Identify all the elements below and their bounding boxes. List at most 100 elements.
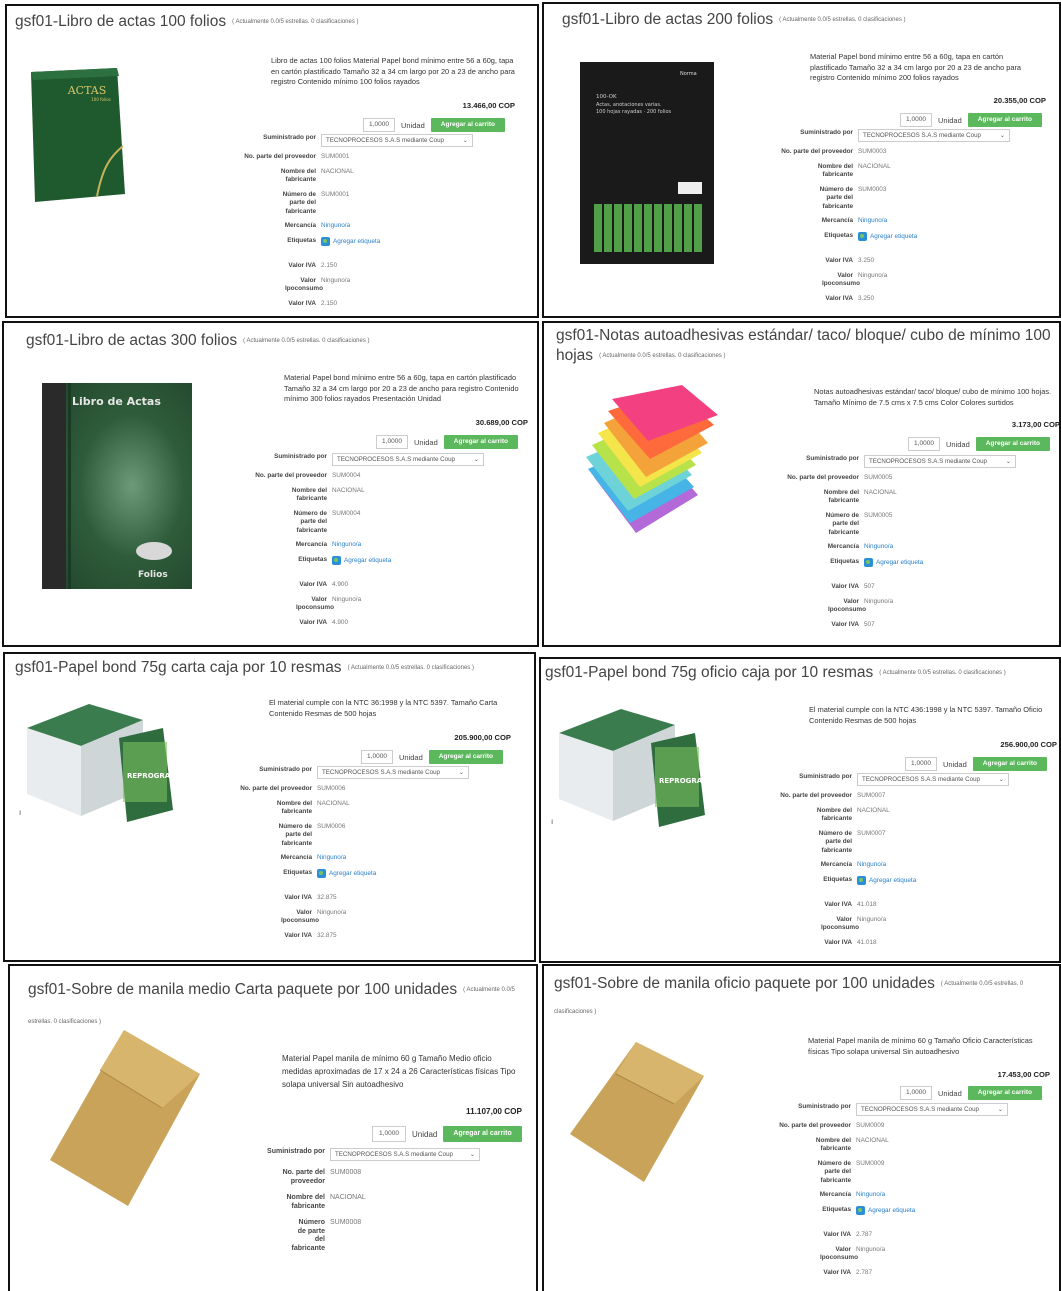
supplier-select[interactable]: TECNOPROCESOS S.A.S mediante Coup ⌄	[332, 453, 484, 466]
product-card-libro-actas-200: gsf01-Libro de actas 200 folios( Actualm…	[542, 2, 1061, 318]
product-description: El material cumple con la NTC 36:1998 y …	[269, 698, 498, 718]
quantity-input[interactable]: 1,0000	[900, 1086, 932, 1100]
svg-text:100-OK: 100-OK	[596, 94, 617, 100]
merchandise-link[interactable]: Ninguno/a	[864, 543, 893, 552]
rating-text: ( Actualmente 0.0/5 estrellas. 0 clasifi…	[879, 670, 1006, 676]
supplier-select[interactable]: TECNOPROCESOS S.A.S mediante Coup ⌄	[317, 766, 469, 779]
svg-text:REPROGRAF: REPROGRAF	[659, 777, 707, 785]
merchandise-link[interactable]: Ninguno/a	[317, 854, 346, 863]
quantity-row: 1,0000 Unidad Agregar al carrito	[361, 750, 503, 764]
product-description: El material cumple con la NTC 436:1998 y…	[809, 705, 1043, 725]
chevron-down-icon: ⌄	[999, 132, 1005, 139]
product-description: Material Papel manila de mínimo 60 g Tam…	[282, 1054, 516, 1089]
quantity-input[interactable]: 1,0000	[363, 118, 395, 132]
rating-text: ( Actualmente 0.0/5 estrellas. 0 clasifi…	[599, 353, 726, 359]
product-title[interactable]: gsf01-Papel bond 75g oficio caja por 10 …	[545, 663, 1055, 683]
unit-label: Unidad	[943, 759, 967, 769]
quantity-input[interactable]: 1,0000	[900, 113, 932, 127]
rating-text: ( Actualmente 0.0/5 estrellas. 0 clasifi…	[347, 665, 474, 671]
product-title[interactable]: gsf01-Libro de actas 300 folios( Actualm…	[26, 331, 533, 351]
supplier-select[interactable]: TECNOPROCESOS S.A.S mediante Coup ⌄	[858, 129, 1010, 142]
add-to-cart-button[interactable]: Agregar al carrito	[430, 118, 505, 132]
svg-text:Actas, anotaciones varias.: Actas, anotaciones varias.	[596, 102, 662, 108]
quantity-input[interactable]: 1,0000	[908, 437, 940, 451]
add-to-cart-button[interactable]: Agregar al carrito	[967, 113, 1042, 127]
merchandise-link[interactable]: Ninguno/a	[857, 861, 886, 870]
chevron-down-icon: ⌄	[1005, 458, 1011, 465]
svg-text:Folios: Folios	[138, 570, 168, 580]
chevron-down-icon: ⌄	[458, 769, 464, 776]
supplier-select[interactable]: TECNOPROCESOS S.A.S mediante Coup ⌄	[857, 773, 1009, 786]
svg-text:REPROGRAF: REPROGRAF	[127, 772, 175, 780]
add-tag-link[interactable]: Agregar etiqueta	[856, 1205, 915, 1216]
add-tag-link[interactable]: Agregar etiqueta	[858, 231, 917, 242]
quantity-input[interactable]: 1,0000	[376, 435, 408, 449]
product-properties: Suministrado por TECNOPROCESOS S.A.S medi…	[778, 129, 1010, 309]
add-tag-link[interactable]: Agregar etiqueta	[857, 875, 916, 886]
side-mark: ı	[551, 817, 554, 826]
tag-icon	[317, 868, 326, 878]
merchandise-link[interactable]: Ninguno/a	[321, 222, 350, 231]
product-image: Norma 100-OK Actas, anotaciones varias. …	[580, 62, 716, 266]
add-to-cart-button[interactable]: Agregar al carrito	[428, 750, 503, 764]
product-title[interactable]: gsf01-Libro de actas 200 folios( Actualm…	[562, 10, 1055, 30]
add-tag-link[interactable]: Agregar etiqueta	[321, 236, 380, 247]
supplier-select[interactable]: TECNOPROCESOS S.A.S mediante Coup ⌄	[864, 455, 1016, 468]
product-price: 17.453,00 COP	[997, 1070, 1050, 1079]
supplier-select[interactable]: TECNOPROCESOS S.A.S mediante Coup ⌄	[321, 134, 473, 147]
product-card-notas-autoadhesivas: gsf01-Notas autoadhesivas estándar/ taco…	[542, 321, 1061, 647]
svg-text:100 folios: 100 folios	[91, 97, 111, 102]
product-title[interactable]: gsf01-Sobre de manila medio Carta paquet…	[28, 974, 528, 1038]
product-properties: Suministrado por TECNOPROCESOS S.A.S medi…	[784, 455, 1016, 635]
merchandise-link[interactable]: Ninguno/a	[856, 1191, 885, 1200]
product-title[interactable]: gsf01-Sobre de manila oficio paquete por…	[554, 970, 1054, 1026]
product-price: 256.900,00 COP	[1000, 740, 1057, 749]
rating-text: ( Actualmente 0.0/5 estrellas. 0 clasifi…	[243, 338, 370, 344]
add-tag-link[interactable]: Agregar etiqueta	[317, 868, 376, 879]
product-title[interactable]: gsf01-Papel bond 75g carta caja por 10 r…	[15, 658, 530, 678]
supplier-select[interactable]: TECNOPROCESOS S.A.S mediante Coup ⌄	[856, 1103, 1008, 1116]
product-image	[578, 385, 718, 541]
product-image	[50, 1030, 200, 1206]
supplier-select[interactable]: TECNOPROCESOS S.A.S mediante Coup ⌄	[330, 1148, 480, 1161]
quantity-input[interactable]: 1,0000	[361, 750, 393, 764]
quantity-row: 1,0000 Unidad Agregar al carrito	[372, 1126, 522, 1142]
product-card-libro-actas-300: gsf01-Libro de actas 300 folios( Actualm…	[2, 321, 539, 647]
product-price: 20.355,00 COP	[993, 96, 1046, 105]
chevron-down-icon: ⌄	[473, 456, 479, 463]
tag-icon	[321, 236, 330, 246]
quantity-row: 1,0000 Unidad Agregar al carrito	[905, 757, 1047, 771]
add-to-cart-button[interactable]: Agregar al carrito	[443, 1126, 522, 1142]
add-tag-link[interactable]: Agregar etiqueta	[864, 557, 923, 568]
unit-label: Unidad	[401, 120, 425, 130]
product-card-sobre-manila-oficio: gsf01-Sobre de manila oficio paquete por…	[542, 964, 1061, 1291]
add-to-cart-button[interactable]: Agregar al carrito	[967, 1086, 1042, 1100]
product-description: Material Papel manila de mínimo 60 g Tam…	[808, 1036, 1033, 1056]
quantity-row: 1,0000 Unidad Agregar al carrito	[376, 435, 518, 449]
unit-label: Unidad	[946, 439, 970, 449]
quantity-row: 1,0000 Unidad Agregar al carrito	[363, 118, 505, 132]
quantity-input[interactable]: 1,0000	[905, 757, 937, 771]
product-properties: Suministrado por TECNOPROCESOS S.A.S medi…	[252, 453, 484, 633]
product-properties: Suministrado por TECNOPROCESOS S.A.S medi…	[237, 766, 469, 946]
product-description: Material Papel bond mínimo entre 56 a 60…	[810, 52, 1022, 82]
merchandise-link[interactable]: Ninguno/a	[858, 217, 887, 226]
add-to-cart-button[interactable]: Agregar al carrito	[975, 437, 1050, 451]
product-card-libro-actas-100: gsf01-Libro de actas 100 folios( Actualm…	[5, 4, 539, 318]
product-properties: Suministrado por TECNOPROCESOS S.A.S medi…	[250, 1148, 480, 1259]
add-tag-link[interactable]: Agregar etiqueta	[332, 555, 391, 566]
chevron-down-icon: ⌄	[469, 1151, 475, 1158]
quantity-row: 1,0000 Unidad Agregar al carrito	[900, 113, 1042, 127]
product-card-sobre-manila-carta: gsf01-Sobre de manila medio Carta paquet…	[8, 964, 538, 1291]
add-to-cart-button[interactable]: Agregar al carrito	[972, 757, 1047, 771]
rating-text: ( Actualmente 0.0/5 estrellas. 0 clasifi…	[232, 19, 359, 25]
product-image: REPROGRAF	[23, 698, 183, 828]
unit-label: Unidad	[399, 752, 423, 762]
product-price: 3.173,00 COP	[1011, 420, 1060, 429]
merchandise-link[interactable]: Ninguno/a	[332, 541, 361, 550]
add-to-cart-button[interactable]: Agregar al carrito	[443, 435, 518, 449]
product-card-papel-bond-carta: gsf01-Papel bond 75g carta caja por 10 r…	[3, 652, 536, 962]
product-title[interactable]: gsf01-Notas autoadhesivas estándar/ taco…	[556, 326, 1059, 366]
product-title[interactable]: gsf01-Libro de actas 100 folios( Actualm…	[15, 12, 533, 32]
quantity-input[interactable]: 1,0000	[372, 1126, 406, 1142]
